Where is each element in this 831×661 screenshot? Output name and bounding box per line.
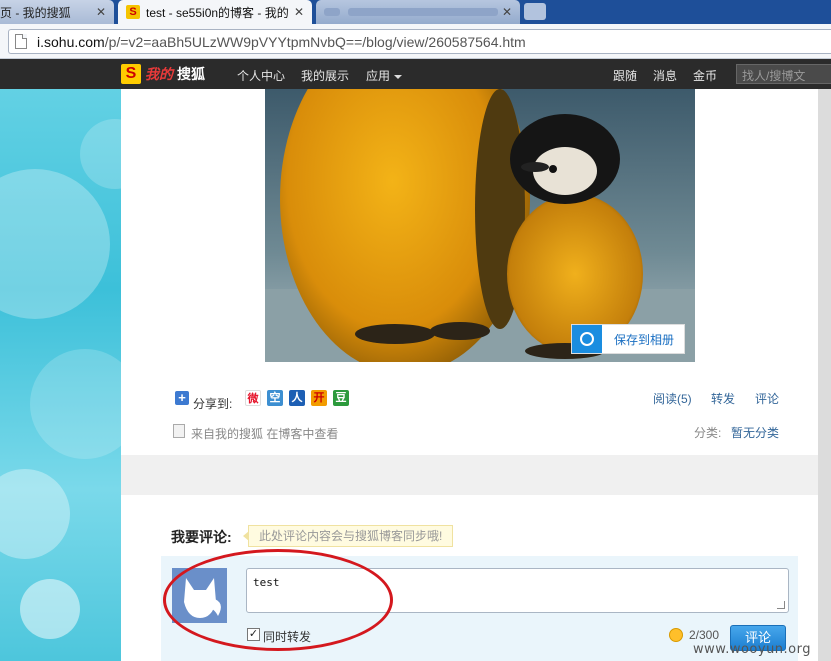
weibo-icon[interactable]: 微 <box>245 390 261 406</box>
comment-section-title: 我要评论: <box>171 529 232 545</box>
share-label: 分享到: <box>193 397 233 411</box>
blog-photo-penguins[interactable] <box>265 89 695 362</box>
url-text: i.sohu.com/p/=v2=aaBh5ULzWW9pVYYtpmNvbQ=… <box>37 34 526 50</box>
emoji-icon[interactable] <box>669 628 683 642</box>
page-icon <box>15 34 27 49</box>
nav-apps-label: 应用 <box>366 69 391 83</box>
category-value[interactable]: 暂无分类 <box>731 424 779 441</box>
logo-text-sohu: 搜狐 <box>177 66 205 82</box>
browser-toolbar: i.sohu.com/p/=v2=aaBh5ULzWW9pVYYtpmNvbQ=… <box>0 24 831 59</box>
nav-my-showcase[interactable]: 我的展示 <box>301 67 349 84</box>
forward-link[interactable]: 转发 <box>711 390 735 407</box>
save-to-album-label: 保存到相册 <box>614 332 675 347</box>
album-icon <box>572 325 602 353</box>
nav-personal-center[interactable]: 个人中心 <box>237 67 285 84</box>
tab-title: test - se55i0n的博客 - 我的 <box>146 5 289 20</box>
comment-link[interactable]: 评论 <box>755 390 779 407</box>
nav-coins[interactable]: 金币 <box>693 67 717 84</box>
qzone-icon[interactable]: 空 <box>267 390 283 406</box>
read-count: 阅读(5) <box>653 392 692 406</box>
logo-text-mine: 我的 <box>145 66 173 82</box>
section-divider <box>121 455 818 495</box>
sohu-favicon-icon: S <box>126 5 140 19</box>
renren-icon[interactable]: 人 <box>289 390 305 406</box>
nav-follow[interactable]: 跟随 <box>613 67 637 84</box>
browser-tab-blog[interactable]: S test - se55i0n的博客 - 我的 ✕ <box>118 0 312 24</box>
category-label: 分类: <box>694 426 722 440</box>
watermark: www.wooyun.org <box>693 642 812 657</box>
page-background-decoration <box>0 89 121 661</box>
nav-apps[interactable]: 应用 <box>366 67 403 84</box>
document-icon <box>173 424 185 438</box>
close-icon[interactable]: ✕ <box>96 5 106 19</box>
page-background-right <box>818 89 831 661</box>
close-icon[interactable]: ✕ <box>502 5 512 19</box>
browser-tab-sohu[interactable]: 页 - 我的搜狐 ✕ <box>0 0 114 24</box>
douban-icon[interactable]: 豆 <box>333 390 349 406</box>
browser-tab-strip: 页 - 我的搜狐 ✕ S test - se55i0n的博客 - 我的 ✕ ✕ <box>0 0 831 24</box>
kaixin-icon[interactable]: 开 <box>311 390 327 406</box>
nav-messages[interactable]: 消息 <box>653 67 677 84</box>
address-bar[interactable]: i.sohu.com/p/=v2=aaBh5ULzWW9pVYYtpmNvbQ=… <box>8 29 831 54</box>
penguin-image <box>265 89 695 362</box>
close-icon[interactable]: ✕ <box>289 5 304 19</box>
share-plus-icon[interactable]: + <box>175 391 189 405</box>
browser-tab-blurred[interactable]: ✕ <box>316 0 520 24</box>
char-counter: 2/300 <box>689 628 720 642</box>
source-link[interactable]: 来自我的搜狐 在博客中查看 <box>191 425 338 442</box>
blurred-favicon-icon <box>324 8 340 16</box>
blurred-tab-title <box>348 8 498 16</box>
url-host: i.sohu.com <box>37 33 105 50</box>
tab-title: 页 - 我的搜狐 <box>0 5 71 20</box>
save-to-album-button[interactable]: 保存到相册 <box>571 324 685 354</box>
chevron-down-icon <box>394 74 403 79</box>
sohu-logo[interactable]: S 我的 搜狐 <box>121 64 205 84</box>
search-input[interactable]: 找人/搜博文 <box>736 64 831 84</box>
comment-sync-hint: 此处评论内容会与搜狐博客同步哦! <box>242 525 454 547</box>
new-tab-button[interactable] <box>524 3 546 20</box>
sohu-logo-icon: S <box>121 64 141 84</box>
sohu-top-nav: S 我的 搜狐 个人中心 我的展示 应用 跟随 消息 金币 找人/搜博文 <box>0 59 831 89</box>
resize-handle-icon[interactable] <box>777 601 785 609</box>
url-path: /p/=v2=aaBh5ULzWW9pVYYtpmNvbQ==/blog/vie… <box>104 33 526 50</box>
annotation-ellipse <box>163 549 393 651</box>
